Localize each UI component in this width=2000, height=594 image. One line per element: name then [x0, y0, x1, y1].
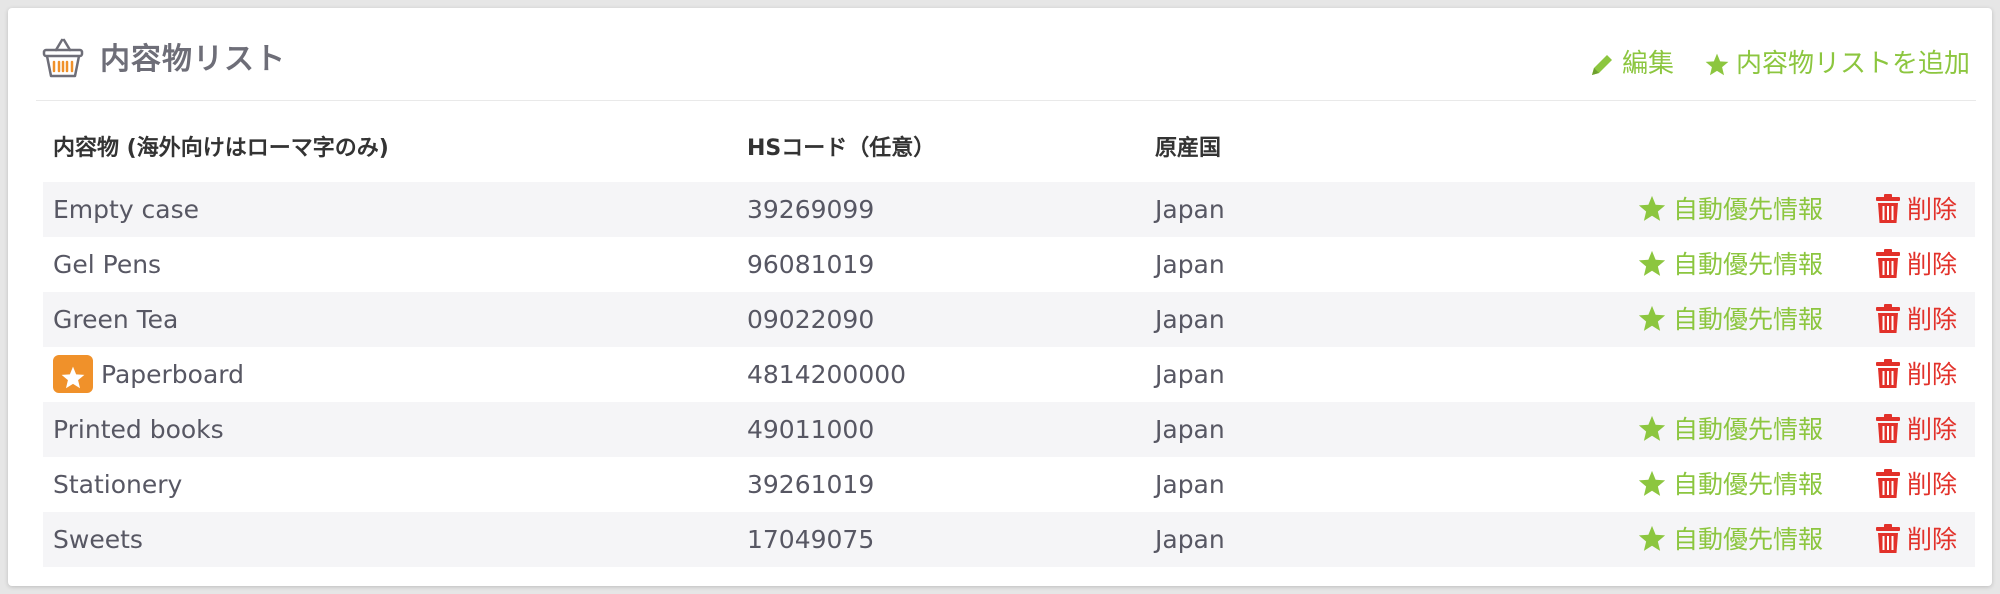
table-body: Empty case 39269099 Japan 自動優先情報 削除 Gel Pens 9…	[43, 182, 1975, 567]
cell-contents: Stationery	[53, 457, 182, 512]
cell-hs-code: 09022090	[747, 305, 875, 334]
delete-button[interactable]: 削除	[1875, 402, 1957, 457]
cell-origin: Japan	[1155, 305, 1225, 334]
auto-priority-button[interactable]: 自動優先情報	[1637, 182, 1823, 237]
contents-list-panel: 内容物リスト 編集 内容物リストを追加 内容物 (海外向けはローマ字のみ) HS…	[8, 8, 1992, 586]
auto-priority-label: 自動優先情報	[1673, 250, 1824, 279]
contents-name: Paperboard	[101, 360, 244, 389]
star-icon	[1705, 53, 1729, 75]
edit-button[interactable]: 編集	[1588, 46, 1674, 82]
cell-contents: Empty case	[53, 182, 199, 237]
cell-origin: Japan	[1155, 525, 1225, 554]
panel-header: 内容物リスト 編集 内容物リストを追加	[36, 26, 1976, 101]
trash-icon	[1876, 359, 1900, 388]
cell-hs-code: 96081019	[747, 250, 875, 279]
cell-origin: Japan	[1155, 195, 1225, 224]
contents-table: 内容物 (海外向けはローマ字のみ) HSコード（任意） 原産国 Empty ca…	[43, 118, 1975, 567]
delete-label: 削除	[1907, 305, 1958, 334]
star-icon	[1638, 195, 1666, 221]
auto-priority-button[interactable]: 自動優先情報	[1637, 237, 1823, 292]
table-row: Sweets 17049075 Japan 自動優先情報 削除	[43, 512, 1975, 567]
auto-priority-button[interactable]: 自動優先情報	[1637, 457, 1823, 512]
table-row: Paperboard 4814200000 Japan 削除	[43, 347, 1975, 402]
table-row: Printed books 49011000 Japan 自動優先情報 削除	[43, 402, 1975, 457]
table-row: Green Tea 09022090 Japan 自動優先情報 削除	[43, 292, 1975, 347]
cell-origin: Japan	[1155, 250, 1225, 279]
cell-contents: Gel Pens	[53, 237, 161, 292]
star-icon	[1638, 525, 1666, 551]
add-label: 内容物リストを追加	[1736, 49, 1971, 79]
trash-icon	[1876, 304, 1900, 333]
delete-label: 削除	[1907, 525, 1958, 554]
delete-button[interactable]: 削除	[1875, 512, 1957, 567]
star-icon	[1638, 415, 1666, 441]
trash-icon	[1876, 469, 1900, 498]
cell-contents: Printed books	[53, 402, 224, 457]
favorite-badge-icon	[53, 355, 93, 393]
pencil-icon	[1592, 54, 1612, 75]
delete-button[interactable]: 削除	[1875, 182, 1957, 237]
table-row: Empty case 39269099 Japan 自動優先情報 削除	[43, 182, 1975, 237]
trash-icon	[1876, 524, 1900, 553]
auto-priority-button[interactable]: 自動優先情報	[1637, 402, 1823, 457]
star-icon	[1638, 470, 1666, 496]
page-title: 内容物リスト	[100, 42, 286, 77]
add-contents-list-button[interactable]: 内容物リストを追加	[1704, 46, 1970, 82]
contents-name: Sweets	[53, 525, 143, 554]
delete-label: 削除	[1907, 195, 1958, 224]
delete-label: 削除	[1907, 470, 1958, 499]
delete-button[interactable]: 削除	[1875, 292, 1957, 347]
table-header-row: 内容物 (海外向けはローマ字のみ) HSコード（任意） 原産国	[43, 118, 1975, 182]
edit-label: 編集	[1622, 49, 1675, 79]
column-header-origin: 原産国	[1155, 136, 1222, 161]
trash-icon	[1876, 414, 1900, 443]
auto-priority-button[interactable]: 自動優先情報	[1637, 512, 1823, 567]
cell-hs-code: 49011000	[747, 415, 875, 444]
cell-hs-code: 17049075	[747, 525, 875, 554]
contents-name: Gel Pens	[53, 250, 162, 279]
delete-label: 削除	[1907, 250, 1958, 279]
cell-contents: Green Tea	[53, 292, 178, 347]
delete-label: 削除	[1907, 360, 1958, 389]
cell-contents: Sweets	[53, 512, 143, 567]
auto-priority-label: 自動優先情報	[1673, 525, 1824, 554]
contents-name: Green Tea	[53, 305, 179, 334]
auto-priority-button[interactable]: 自動優先情報	[1637, 292, 1823, 347]
contents-name: Printed books	[53, 415, 224, 444]
trash-icon	[1876, 249, 1900, 278]
delete-label: 削除	[1907, 415, 1958, 444]
trash-icon	[1876, 194, 1900, 223]
delete-button[interactable]: 削除	[1875, 347, 1957, 402]
cell-hs-code: 39269099	[747, 195, 875, 224]
auto-priority-label: 自動優先情報	[1673, 195, 1824, 224]
contents-name: Stationery	[53, 470, 183, 499]
cell-origin: Japan	[1155, 360, 1225, 389]
contents-name: Empty case	[53, 195, 200, 224]
star-icon	[1638, 250, 1666, 276]
delete-button[interactable]: 削除	[1875, 457, 1957, 512]
cell-hs-code: 4814200000	[747, 360, 907, 389]
cell-contents: Paperboard	[53, 347, 244, 402]
column-header-contents: 内容物 (海外向けはローマ字のみ)	[53, 136, 389, 161]
basket-icon	[42, 38, 84, 78]
cell-hs-code: 39261019	[747, 470, 875, 499]
auto-priority-label: 自動優先情報	[1673, 470, 1824, 499]
star-icon	[1638, 305, 1666, 331]
auto-priority-label: 自動優先情報	[1673, 415, 1824, 444]
cell-origin: Japan	[1155, 470, 1225, 499]
cell-origin: Japan	[1155, 415, 1225, 444]
auto-priority-label: 自動優先情報	[1673, 305, 1824, 334]
table-row: Gel Pens 96081019 Japan 自動優先情報 削除	[43, 237, 1975, 292]
table-row: Stationery 39261019 Japan 自動優先情報 削除	[43, 457, 1975, 512]
column-header-hs-code: HSコード（任意）	[747, 136, 936, 161]
delete-button[interactable]: 削除	[1875, 237, 1957, 292]
